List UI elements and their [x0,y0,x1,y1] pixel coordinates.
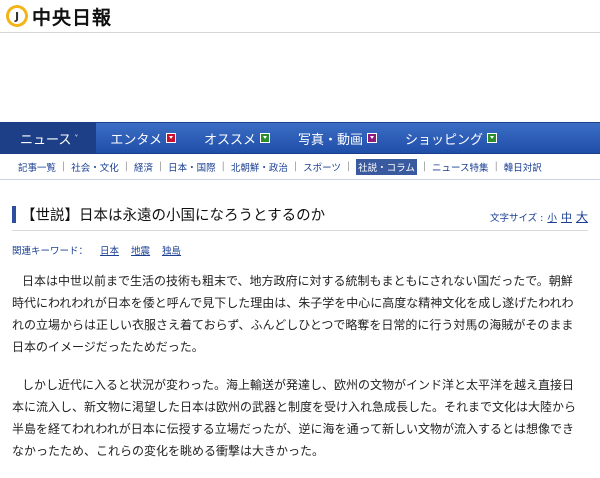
subnav-item-bilingual[interactable]: 韓日対訳 [504,160,542,174]
gnav-label: ショッピング [405,132,484,148]
subnav-item-society[interactable]: 社会・文化 [71,160,119,174]
chevron-down-icon: ˅ [74,133,79,143]
ad-space [0,33,600,122]
gnav-entame[interactable]: エンタメ [96,122,190,154]
gnav-osusume[interactable]: オススメ [190,122,284,154]
subnav-item-editorial[interactable]: 社説・コラム [356,158,417,175]
gnav-label: エンタメ [110,132,162,148]
gnav-photo-video[interactable]: 写真・動画 [284,122,391,154]
font-size-small-button[interactable]: 小 [547,213,557,224]
site-logo[interactable]: 中央日報 [32,3,112,30]
logo-letter: J [9,8,25,24]
divider: | [346,161,351,172]
divider: | [494,161,498,172]
font-size-label: 文字サイズ : [489,213,544,224]
font-size-control: 文字サイズ : 小 中 大 [490,208,588,225]
subnav-item-japan-intl[interactable]: 日本・国際 [168,160,216,174]
gnav-news[interactable]: ニュース ˅ [0,122,97,154]
divider: | [221,161,225,172]
gnav-label: 写真・動画 [298,132,364,148]
related-keywords: 関連キーワード： 日本 地震 独島 [12,243,588,257]
dropdown-icon [165,133,176,143]
dropdown-icon [260,133,270,143]
subnav-item-sports[interactable]: スポーツ [303,160,341,174]
dropdown-icon [487,133,498,143]
font-size-medium-button[interactable]: 中 [561,211,572,224]
keyword-link[interactable]: 独島 [162,243,181,257]
dropdown-icon [367,133,378,143]
keywords-label: 関連キーワード： [12,246,89,257]
article-body: 日本は中世以前まで生活の技術も粗末で、地方政府に対する統制もまともにされない国だ… [12,270,588,462]
subnav-item-features[interactable]: ニュース特集 [432,160,489,174]
subnav-item-nk-politics[interactable]: 北朝鮮・政治 [231,160,288,174]
article-title: 【世説】日本は永遠の小国になろうとするのか [21,208,326,224]
gnav-shopping[interactable]: ショッピング [391,122,511,154]
article-header: 【世説】日本は永遠の小国になろうとするのか 文字サイズ : 小 中 大 [12,204,588,231]
gnav-label: ニュース [20,132,72,148]
title-accent-bar [12,206,16,223]
divider: | [293,161,298,172]
site-header: J 中央日報 [0,0,600,33]
divider: | [124,161,128,172]
keyword-link[interactable]: 地震 [131,243,150,257]
title-wrap: 【世説】日本は永遠の小国になろうとするのか [12,204,325,225]
subnav-item-articles[interactable]: 記事一覧 [18,160,56,174]
subnav-item-economy[interactable]: 経済 [134,160,153,174]
paragraph: しかし近代に入ると状況が変わった。海上輸送が発達し、欧州の文物がインド洋と太平洋… [12,378,577,458]
global-nav: ニュース ˅ エンタメ オススメ 写真・動画 ショッピング [0,122,600,154]
font-size-large-button[interactable]: 大 [576,210,588,224]
divider: | [422,161,427,172]
sub-nav: 記事一覧 | 社会・文化 | 経済 | 日本・国際 | 北朝鮮・政治 | スポー… [0,154,600,180]
paragraph: 日本は中世以前まで生活の技術も粗末で、地方政府に対する統制もまともにされない国だ… [12,274,574,354]
gnav-label: オススメ [203,132,256,148]
divider: | [62,161,66,172]
logo-icon[interactable]: J [6,5,28,27]
article: 【世説】日本は永遠の小国になろうとするのか 文字サイズ : 小 中 大 関連キー… [0,204,600,462]
divider: | [158,161,163,172]
keyword-link[interactable]: 日本 [100,243,119,257]
